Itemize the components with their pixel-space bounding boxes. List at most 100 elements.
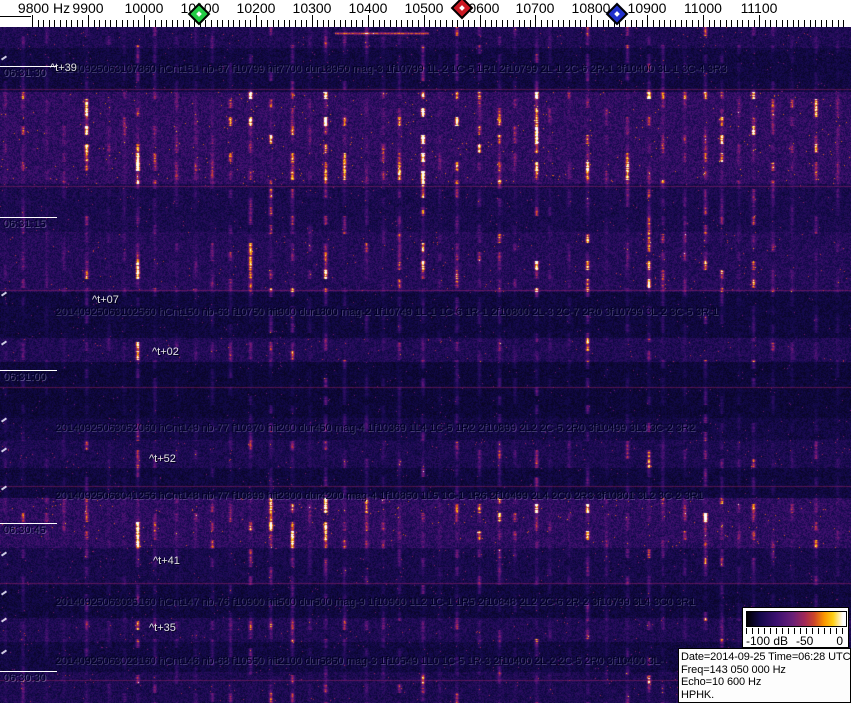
ruler-minor-tick bbox=[686, 20, 687, 27]
ruler-minor-tick bbox=[390, 20, 391, 27]
colorbar-tick bbox=[818, 628, 819, 634]
ruler-minor-tick bbox=[452, 20, 453, 27]
ruler-minor-tick bbox=[714, 20, 715, 27]
ruler-minor-tick bbox=[396, 20, 397, 27]
ruler-minor-tick bbox=[496, 20, 497, 27]
ruler-minor-tick bbox=[328, 20, 329, 27]
ruler-minor-tick bbox=[787, 20, 788, 27]
ruler-minor-tick bbox=[222, 20, 223, 27]
ruler-minor-tick bbox=[670, 20, 671, 27]
ruler-major-tick bbox=[368, 15, 369, 27]
ruler-minor-tick bbox=[737, 20, 738, 27]
ruler-minor-tick bbox=[401, 20, 402, 27]
ruler-minor-tick bbox=[278, 20, 279, 27]
ruler-minor-tick bbox=[709, 20, 710, 27]
event-detection-text: 20140925063035160 hCnt147 nb-76 f10900 h… bbox=[55, 596, 695, 608]
ruler-minor-tick bbox=[720, 20, 721, 27]
ruler-minor-tick bbox=[681, 20, 682, 27]
ruler-minor-tick bbox=[608, 20, 609, 27]
colorbar-label-max: 0 bbox=[836, 634, 843, 648]
event-time-mark: ^t+07 bbox=[92, 294, 119, 306]
event-time-mark: ^t+39 bbox=[50, 62, 77, 74]
ruler-minor-tick bbox=[340, 20, 341, 27]
ruler-minor-tick bbox=[99, 20, 100, 27]
colorbar-label-min: -100 dB bbox=[746, 634, 789, 648]
ruler-minor-tick bbox=[407, 20, 408, 27]
info-station: HPHK. bbox=[681, 689, 715, 702]
ruler-minor-tick bbox=[250, 20, 251, 27]
ruler-minor-tick bbox=[133, 20, 134, 27]
ruler-minor-tick bbox=[122, 20, 123, 27]
ruler-minor-tick bbox=[166, 20, 167, 27]
ruler-minor-tick bbox=[110, 20, 111, 27]
event-detection-text: 20140925063023160 hCnt146 nb-68 f10550 h… bbox=[55, 655, 663, 667]
ruler-minor-tick bbox=[838, 20, 839, 27]
ruler-minor-tick bbox=[149, 20, 150, 27]
time-label: 06:31:00 bbox=[3, 371, 46, 383]
ruler-minor-tick bbox=[815, 20, 816, 27]
ruler-minor-tick bbox=[306, 20, 307, 27]
ruler-minor-tick bbox=[653, 20, 654, 27]
ruler-minor-tick bbox=[77, 20, 78, 27]
ruler-minor-tick bbox=[463, 20, 464, 27]
ruler-minor-tick bbox=[636, 20, 637, 27]
ruler-minor-tick bbox=[776, 20, 777, 27]
ruler-minor-tick bbox=[631, 20, 632, 27]
ruler-minor-tick bbox=[563, 20, 564, 27]
ruler-minor-tick bbox=[748, 20, 749, 27]
ruler-minor-tick bbox=[429, 20, 430, 27]
ruler-minor-tick bbox=[468, 20, 469, 27]
marker-green-center-dot bbox=[196, 11, 202, 17]
ruler-minor-tick bbox=[289, 20, 290, 27]
ruler-minor-tick bbox=[345, 20, 346, 27]
info-frequency: Freq=143 050 000 Hz bbox=[681, 663, 786, 676]
ruler-minor-tick bbox=[692, 20, 693, 27]
ruler-minor-tick bbox=[38, 20, 39, 27]
ruler-minor-tick bbox=[659, 20, 660, 27]
ruler-minor-tick bbox=[435, 20, 436, 27]
ruler-minor-tick bbox=[54, 20, 55, 27]
colorbar: -100 dB -50 0 bbox=[742, 607, 849, 648]
event-time-mark: ^t+41 bbox=[153, 555, 180, 567]
ruler-major-tick bbox=[591, 15, 592, 27]
colorbar-tick bbox=[824, 628, 825, 634]
ruler-minor-tick bbox=[273, 20, 274, 27]
ruler-minor-tick bbox=[597, 20, 598, 27]
info-date-time: Date=2014-09-25 Time=06:28 UTC bbox=[681, 651, 851, 663]
ruler-minor-tick bbox=[138, 20, 139, 27]
ruler-minor-tick bbox=[804, 20, 805, 27]
ruler-minor-tick bbox=[642, 20, 643, 27]
ruler-minor-tick bbox=[362, 20, 363, 27]
ruler-minor-tick bbox=[513, 20, 514, 27]
ruler-minor-tick bbox=[524, 20, 525, 27]
ruler-major-tick bbox=[647, 15, 648, 27]
event-detection-text: 20140925063107860 hCnt151 nb-67 f10799 h… bbox=[55, 63, 727, 75]
ruler-minor-tick bbox=[474, 20, 475, 27]
ruler-minor-tick bbox=[491, 20, 492, 27]
ruler-minor-tick bbox=[519, 20, 520, 27]
ruler-minor-tick bbox=[726, 20, 727, 27]
ruler-minor-tick bbox=[664, 20, 665, 27]
ruler-minor-tick bbox=[507, 20, 508, 27]
ruler-major-tick bbox=[256, 15, 257, 27]
ruler-major-tick bbox=[424, 15, 425, 27]
ruler-minor-tick bbox=[317, 20, 318, 27]
ruler-minor-tick bbox=[94, 20, 95, 27]
ruler-minor-tick bbox=[379, 20, 380, 27]
ruler-major-tick bbox=[759, 15, 760, 27]
ruler-minor-tick bbox=[205, 20, 206, 27]
ruler-minor-tick bbox=[446, 20, 447, 27]
info-box: Date=2014-09-25 Time=06:28 UTC Freq=143 … bbox=[678, 648, 851, 703]
ruler-minor-tick bbox=[765, 20, 766, 27]
ruler-minor-tick bbox=[161, 20, 162, 27]
marker-blue-center-dot bbox=[614, 11, 620, 17]
ruler-minor-tick bbox=[356, 20, 357, 27]
ruler-minor-tick bbox=[843, 20, 844, 27]
ruler-minor-tick bbox=[183, 20, 184, 27]
ruler-minor-tick bbox=[60, 20, 61, 27]
event-detection-text: 20140925063052060 hCnt149 nb-77 f10370 h… bbox=[55, 422, 695, 434]
ruler-minor-tick bbox=[245, 20, 246, 27]
ruler-minor-tick bbox=[457, 20, 458, 27]
ruler-minor-tick bbox=[172, 20, 173, 27]
ruler-minor-tick bbox=[821, 20, 822, 27]
